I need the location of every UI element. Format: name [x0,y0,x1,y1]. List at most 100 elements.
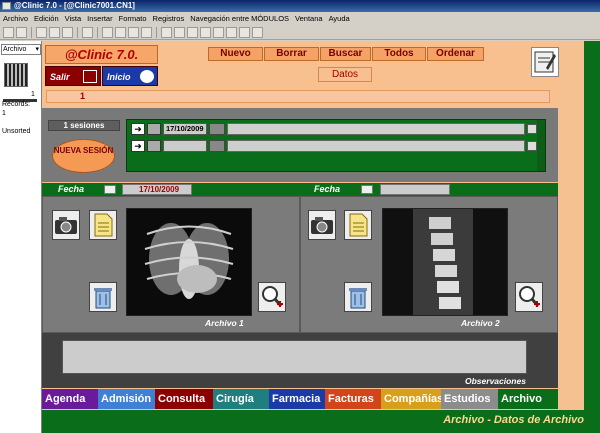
records-label: Records: [2,101,31,108]
record-counter: 1 [31,91,35,98]
tab-cirugia[interactable]: Cirugía [213,389,269,409]
spellcheck-icon[interactable] [16,27,27,38]
menu-registros[interactable]: Registros [150,12,188,25]
right-green-border [584,41,600,433]
tab-archivo[interactable]: Archivo [498,389,558,409]
session-thumbnail [209,123,225,135]
session-row[interactable]: ➜ [131,140,537,152]
find-all-icon[interactable] [187,27,198,38]
session-date: 17/10/2009 [163,123,207,135]
buscar-button[interactable]: Buscar [320,47,371,61]
menu-ventana[interactable]: Ventana [292,12,326,25]
zoom-in-icon[interactable] [258,282,286,312]
archive2-caption: Archivo 2 [461,318,500,328]
camera-icon[interactable] [52,210,80,240]
sessions-list: ➜ 17/10/2009 ➜ [126,119,546,172]
trash-icon[interactable] [527,141,537,151]
go-arrow-icon[interactable]: ➜ [131,140,145,152]
right-margin [558,41,584,433]
inicio-button[interactable]: Inicio [102,66,158,86]
inicio-label: Inicio [107,72,131,82]
toolbar-separator [97,27,98,38]
observations-field[interactable] [62,340,527,374]
window-title-bar: @Clinic 7.0 - [@Clinic7001.CN1] [0,0,600,12]
session-notes[interactable] [227,123,525,135]
menu-formato[interactable]: Formato [116,12,150,25]
app-logo: @Clinic 7.0. [45,45,158,64]
duplicate-record-icon[interactable] [115,27,126,38]
go-arrow-icon[interactable]: ➜ [131,123,145,135]
record-book-icon[interactable] [4,63,28,87]
find-icon[interactable] [141,27,152,38]
layout-select[interactable]: Archivo [1,44,41,55]
salir-button[interactable]: Salir [45,66,101,86]
tab-estudios[interactable]: Estudios [441,389,498,409]
tab-agenda[interactable]: Agenda [42,389,98,409]
zoom-in-icon[interactable] [515,282,543,312]
new-session-button[interactable]: NUEVA SESIÓN [52,139,115,173]
window-title: @Clinic 7.0 - [@Clinic7001.CN1] [14,1,135,10]
calendar-icon[interactable] [104,185,116,194]
archive1-image[interactable] [126,208,252,316]
trash-can-icon[interactable] [89,282,117,312]
session-count: 1 sesiones [48,120,120,131]
calendar-icon[interactable] [361,185,373,194]
module-status: Archivo - Datos de Archivo [42,410,600,433]
menu-ayuda[interactable]: Ayuda [326,12,353,25]
menu-navegacion[interactable]: Navegación entre MÓDULOS [187,12,292,25]
export-icon[interactable] [226,27,237,38]
import-icon[interactable] [213,27,224,38]
todos-button[interactable]: Todos [372,47,426,61]
layout-icon[interactable] [161,27,172,38]
record-number-field[interactable] [46,90,550,103]
tab-companias[interactable]: Compañías [381,389,443,409]
app-icon [2,2,11,10]
trash-can-icon[interactable] [344,282,372,312]
toolbar-separator [156,27,157,38]
camera-icon[interactable] [308,210,336,240]
menu-insertar[interactable]: Insertar [84,12,115,25]
preview-icon[interactable] [252,27,263,38]
ordenar-button[interactable]: Ordenar [427,47,484,61]
archive2-date[interactable] [380,184,450,195]
archive2-image[interactable] [382,208,508,316]
menu-edicion[interactable]: Edición [31,12,62,25]
menu-bar: Archivo Edición Vista Insertar Formato Regist… [0,12,600,25]
omit-icon[interactable] [200,27,211,38]
paste-icon[interactable] [62,27,73,38]
menu-vista[interactable]: Vista [62,12,85,25]
script-icon[interactable] [239,27,250,38]
records-value: 1 [2,110,6,117]
nuevo-button[interactable]: Nuevo [208,47,263,61]
archive1-caption: Archivo 1 [205,318,244,328]
copy-icon[interactable] [49,27,60,38]
document-icon[interactable] [344,210,372,240]
menu-archivo[interactable]: Archivo [0,12,31,25]
sessions-scrollbar[interactable] [537,120,545,171]
session-thumbnail [209,140,225,152]
toolbar-separator [77,27,78,38]
sort-icon[interactable] [174,27,185,38]
tab-facturas[interactable]: Facturas [325,389,381,409]
patient-file-icon[interactable] [531,47,559,77]
home-icon [140,70,154,83]
borrar-button[interactable]: Borrar [264,47,319,61]
exit-icon [83,70,97,83]
chest-xray-image [127,209,251,315]
session-row[interactable]: ➜ 17/10/2009 [131,123,537,135]
tab-consulta[interactable]: Consulta [155,389,213,409]
delete-record-icon[interactable] [128,27,139,38]
cut-icon[interactable] [36,27,47,38]
tab-admision[interactable]: Admisión [98,389,155,409]
archive1-date[interactable]: 17/10/2009 [122,184,192,195]
document-icon[interactable] [89,210,117,240]
session-notes[interactable] [227,140,525,152]
status-area: Archivo 1 Records: 1 Unsorted [0,41,42,433]
print-icon[interactable] [3,27,14,38]
datos-tab[interactable]: Datos [318,67,372,82]
xray-thumb-icon [147,123,161,135]
new-record-icon[interactable] [102,27,113,38]
trash-icon[interactable] [527,124,537,134]
tab-farmacia[interactable]: Farmacia [269,389,325,409]
undo-icon[interactable] [82,27,93,38]
